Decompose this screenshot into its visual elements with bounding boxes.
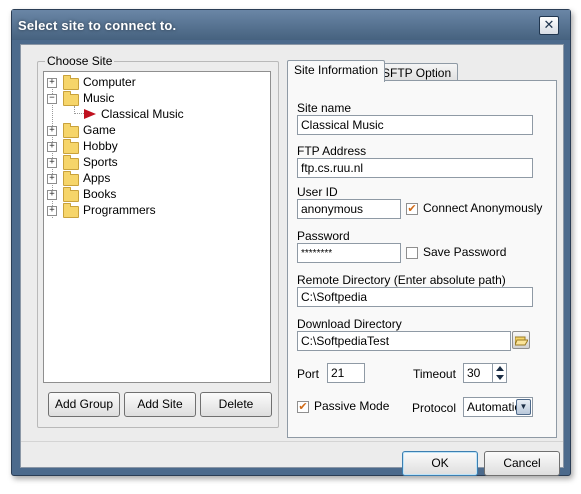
add-group-button[interactable]: Add Group: [48, 392, 120, 417]
tree-item-sports[interactable]: + Sports: [44, 154, 264, 170]
spin-arrows-icon: [496, 366, 504, 380]
tree-item-label: Programmers: [83, 203, 156, 217]
folder-icon: [63, 139, 79, 154]
folder-icon: [63, 123, 79, 138]
timeout-input[interactable]: 30: [463, 363, 507, 383]
site-name-input[interactable]: Classical Music: [297, 115, 533, 135]
close-icon: ✕: [543, 17, 555, 32]
save-password-label: Save Password: [423, 245, 507, 259]
protocol-value: Automatic: [467, 400, 521, 414]
protocol-label: Protocol: [412, 401, 457, 415]
tree-item-label: Books: [83, 187, 117, 201]
download-directory-input[interactable]: C:\SoftpediaTest: [297, 331, 511, 351]
tree-item-hobby[interactable]: + Hobby: [44, 138, 264, 154]
tree-item-game[interactable]: + Game: [44, 122, 264, 138]
site-arrow-icon: [84, 109, 96, 119]
passive-mode-label: Passive Mode: [314, 399, 390, 413]
tree-item-label: Computer: [83, 75, 136, 89]
port-input[interactable]: 21: [327, 363, 365, 383]
ftp-address-label: FTP Address: [297, 144, 367, 158]
expand-icon[interactable]: +: [47, 78, 57, 88]
timeout-label: Timeout: [413, 367, 456, 381]
ok-button[interactable]: OK: [402, 451, 478, 476]
tab-site-information[interactable]: Site Information: [287, 60, 386, 82]
protocol-select[interactable]: Automatic ▼: [463, 397, 533, 417]
browse-folder-button[interactable]: [512, 331, 530, 349]
title-bar[interactable]: Select site to connect to. ✕: [12, 10, 570, 40]
cancel-button[interactable]: Cancel: [484, 451, 560, 476]
expand-icon[interactable]: +: [47, 206, 57, 216]
collapse-icon[interactable]: −: [47, 94, 57, 104]
user-id-input[interactable]: anonymous: [297, 199, 401, 219]
tree-item-label: Game: [83, 123, 116, 137]
remote-directory-input[interactable]: C:\Softpedia: [297, 287, 533, 307]
expand-icon[interactable]: +: [47, 174, 57, 184]
expand-icon[interactable]: +: [47, 142, 57, 152]
remote-directory-label: Remote Directory (Enter absolute path): [297, 273, 506, 287]
dialog-client-area: Choose Site + Computer − Music Classical…: [20, 44, 564, 476]
user-id-label: User ID: [297, 185, 338, 199]
download-directory-label: Download Directory: [297, 317, 402, 331]
checkmark-icon: ✔: [298, 401, 308, 413]
folder-icon: [63, 155, 79, 170]
folder-icon: [63, 203, 79, 218]
footer-separator: [21, 441, 563, 442]
site-name-label: Site name: [297, 101, 352, 115]
password-label: Password: [297, 229, 350, 243]
tree-item-books[interactable]: + Books: [44, 186, 264, 202]
site-tree[interactable]: + Computer − Music Classical Music + Gam…: [43, 71, 271, 383]
tree-line: [74, 113, 84, 114]
folder-icon: [63, 75, 79, 90]
expand-icon[interactable]: +: [47, 158, 57, 168]
ftp-address-input[interactable]: ftp.cs.ruu.nl: [297, 158, 533, 178]
tree-item-music[interactable]: − Music: [44, 90, 264, 106]
tree-item-apps[interactable]: + Apps: [44, 170, 264, 186]
tree-item-label: Apps: [83, 171, 111, 185]
passive-mode-checkbox[interactable]: ✔: [297, 401, 309, 413]
timeout-value: 30: [467, 366, 481, 380]
port-label: Port: [297, 367, 320, 381]
save-password-checkbox[interactable]: [406, 247, 418, 259]
tree-item-label: Classical Music: [101, 107, 184, 121]
tree-item-label: Music: [83, 91, 115, 105]
open-folder-icon: [515, 336, 528, 346]
connect-anonymously-label: Connect Anonymously: [423, 201, 543, 215]
dialog-window: Select site to connect to. ✕ Choose Site…: [11, 9, 571, 476]
tree-item-programmers[interactable]: + Programmers: [44, 202, 264, 218]
chevron-down-icon[interactable]: ▼: [516, 399, 531, 415]
folder-icon: [63, 187, 79, 202]
folder-icon: [63, 91, 79, 106]
timeout-spinner[interactable]: [492, 364, 506, 382]
password-input[interactable]: ********: [297, 243, 401, 263]
expand-icon[interactable]: +: [47, 190, 57, 200]
add-site-button[interactable]: Add Site: [124, 392, 196, 417]
connect-anonymously-checkbox[interactable]: ✔: [406, 203, 418, 215]
tree-item-classical-music[interactable]: Classical Music: [84, 106, 264, 122]
tree-item-label: Hobby: [83, 139, 118, 153]
tree-item-computer[interactable]: + Computer: [44, 74, 264, 90]
folder-icon: [63, 171, 79, 186]
tree-item-label: Sports: [83, 155, 118, 169]
checkmark-icon: ✔: [407, 203, 417, 215]
window-title: Select site to connect to.: [18, 18, 177, 33]
close-button[interactable]: ✕: [539, 16, 559, 35]
delete-button[interactable]: Delete: [200, 392, 272, 417]
expand-icon[interactable]: +: [47, 126, 57, 136]
choose-site-legend: Choose Site: [45, 54, 115, 68]
